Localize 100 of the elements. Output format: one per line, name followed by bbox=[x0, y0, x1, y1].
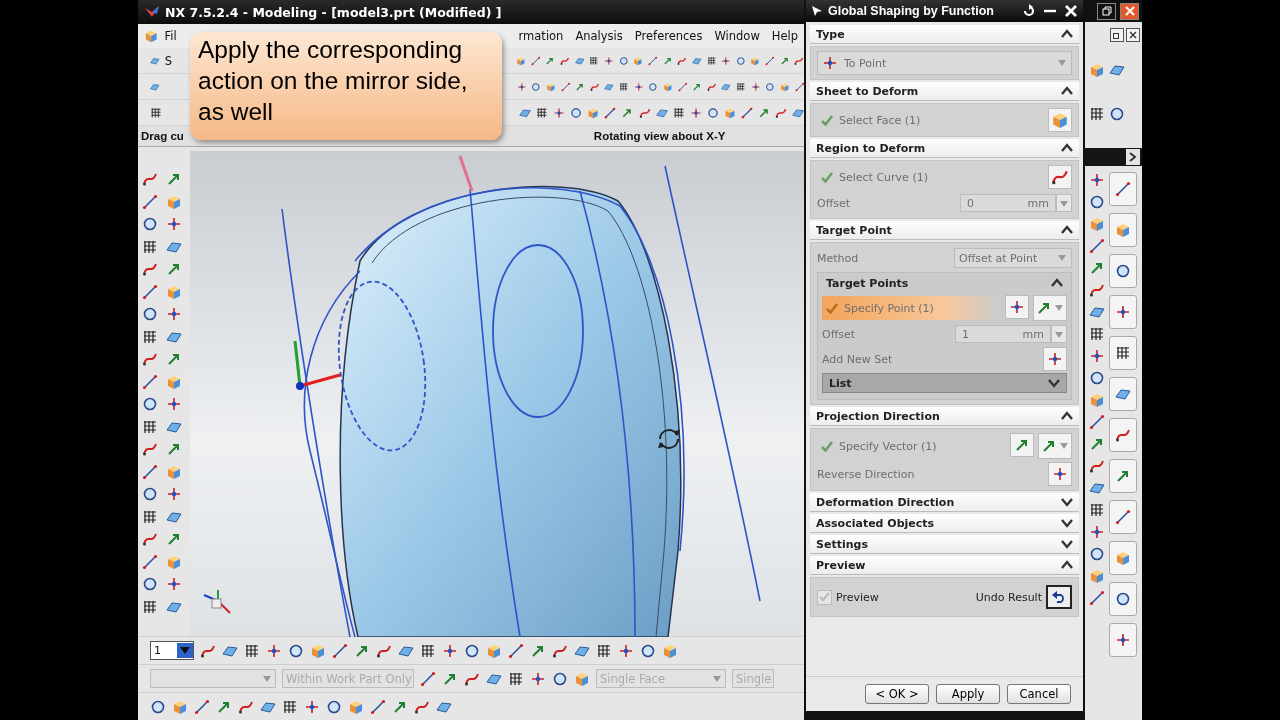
grid-icon[interactable] bbox=[244, 642, 260, 659]
line-icon[interactable] bbox=[332, 642, 348, 659]
curve-icon[interactable] bbox=[142, 171, 158, 187]
line-icon[interactable] bbox=[142, 463, 158, 480]
list-header[interactable]: List bbox=[822, 373, 1067, 393]
cube-icon[interactable] bbox=[1089, 62, 1105, 78]
line-icon[interactable] bbox=[142, 283, 158, 300]
curve-icon[interactable] bbox=[1089, 458, 1105, 474]
inferred-type-button[interactable] bbox=[1033, 295, 1067, 321]
circle-icon[interactable] bbox=[142, 306, 158, 322]
action-button[interactable] bbox=[1043, 347, 1067, 371]
section-header[interactable]: Deformation Direction bbox=[810, 493, 1079, 512]
point-icon[interactable] bbox=[530, 670, 546, 687]
arrow-icon[interactable] bbox=[166, 171, 182, 187]
collapse-chevron-icon[interactable] bbox=[1061, 225, 1073, 235]
cube-icon[interactable] bbox=[144, 28, 159, 44]
inferred-type-button[interactable] bbox=[1038, 433, 1072, 459]
cube-icon[interactable] bbox=[486, 642, 502, 659]
curve-icon[interactable] bbox=[142, 531, 158, 547]
circle-icon[interactable] bbox=[1089, 370, 1105, 386]
cube-icon[interactable] bbox=[574, 670, 590, 687]
expand-button[interactable] bbox=[1126, 149, 1140, 165]
menu-item[interactable]: Window bbox=[708, 29, 766, 43]
grid-icon[interactable] bbox=[596, 642, 612, 659]
navigator-tab[interactable] bbox=[1109, 623, 1137, 657]
line-icon[interactable] bbox=[142, 373, 158, 390]
curve-icon[interactable] bbox=[142, 351, 158, 367]
circle-icon[interactable] bbox=[1089, 194, 1105, 210]
section-header[interactable]: Associated Objects bbox=[810, 514, 1079, 533]
point-icon[interactable] bbox=[442, 642, 458, 659]
circle-icon[interactable] bbox=[288, 642, 304, 659]
arrow-icon[interactable] bbox=[1089, 436, 1105, 452]
point-icon[interactable] bbox=[166, 576, 182, 592]
close-button[interactable] bbox=[1120, 2, 1139, 20]
expand-chevron-icon[interactable] bbox=[1048, 378, 1060, 388]
point-icon[interactable] bbox=[166, 486, 182, 502]
navigator-tab[interactable] bbox=[1109, 172, 1137, 206]
close-button[interactable] bbox=[1126, 28, 1140, 42]
cube-icon[interactable] bbox=[348, 698, 364, 715]
navigator-tab[interactable] bbox=[1109, 582, 1137, 616]
line-icon[interactable] bbox=[1089, 238, 1105, 254]
section-header[interactable]: Target Point bbox=[810, 221, 1079, 240]
method-dropdown[interactable]: Offset at Point bbox=[954, 248, 1072, 268]
dialog-button[interactable]: < OK > bbox=[865, 684, 929, 704]
collapse-chevron-icon[interactable] bbox=[1061, 86, 1073, 96]
line-icon[interactable] bbox=[1089, 414, 1105, 430]
group-header[interactable]: Target Points bbox=[822, 273, 1067, 293]
cube-icon[interactable] bbox=[1089, 216, 1105, 232]
menu-item[interactable]: Analysis bbox=[569, 29, 629, 43]
line-icon[interactable] bbox=[194, 698, 210, 715]
section-header[interactable]: Sheet to Deform bbox=[810, 82, 1079, 101]
arrow-icon[interactable] bbox=[166, 261, 182, 277]
cube-icon[interactable] bbox=[1089, 392, 1105, 408]
restore-button[interactable] bbox=[1097, 2, 1116, 20]
arrow-icon[interactable] bbox=[1089, 260, 1105, 276]
grid-icon[interactable] bbox=[1089, 502, 1105, 518]
collapse-chevron-icon[interactable] bbox=[1061, 560, 1073, 570]
circle-icon[interactable] bbox=[464, 642, 480, 659]
dialog-button[interactable]: Apply bbox=[936, 684, 1000, 704]
point-icon[interactable] bbox=[166, 396, 182, 412]
grid-icon[interactable] bbox=[1089, 326, 1105, 342]
menu-item[interactable]: Preferences bbox=[628, 29, 709, 43]
curve-icon[interactable] bbox=[1089, 282, 1105, 298]
line-icon[interactable] bbox=[508, 642, 524, 659]
circle-icon[interactable] bbox=[326, 698, 342, 715]
cube-icon[interactable] bbox=[166, 553, 182, 570]
offset-field[interactable]: 1 mm bbox=[955, 325, 1051, 343]
navigator-tab[interactable] bbox=[1109, 377, 1137, 411]
menu-item[interactable]: Fil bbox=[158, 29, 183, 43]
grid-icon[interactable] bbox=[1089, 106, 1105, 122]
line-icon[interactable] bbox=[420, 670, 436, 687]
point-icon[interactable] bbox=[166, 216, 182, 232]
point-icon[interactable] bbox=[1089, 524, 1105, 540]
point-icon[interactable] bbox=[304, 698, 320, 715]
curve-icon[interactable] bbox=[142, 441, 158, 457]
expand-chevron-icon[interactable] bbox=[1061, 497, 1073, 507]
arrow-icon[interactable] bbox=[166, 351, 182, 367]
circle-icon[interactable] bbox=[1089, 546, 1105, 562]
navigator-tab[interactable] bbox=[1109, 254, 1137, 288]
point-icon[interactable] bbox=[266, 642, 282, 659]
cube-icon[interactable] bbox=[166, 193, 182, 210]
navigator-tab[interactable] bbox=[1109, 459, 1137, 493]
select-button[interactable] bbox=[1048, 165, 1072, 189]
collapse-chevron-icon[interactable] bbox=[1061, 411, 1073, 421]
section-header[interactable]: Settings bbox=[810, 535, 1079, 554]
menu-item[interactable]: rmation bbox=[512, 29, 570, 43]
undo-button[interactable] bbox=[1046, 585, 1072, 609]
navigator-tab[interactable] bbox=[1109, 336, 1137, 370]
line-icon[interactable] bbox=[1089, 590, 1105, 606]
arrow-icon[interactable] bbox=[166, 441, 182, 457]
grid-icon[interactable] bbox=[142, 328, 158, 345]
layer-select[interactable]: 1 bbox=[150, 641, 194, 660]
preview-checkbox[interactable]: Preview bbox=[817, 589, 879, 605]
cube-icon[interactable] bbox=[310, 642, 326, 659]
type-dropdown[interactable]: To Point bbox=[817, 51, 1072, 75]
navigator-tab[interactable] bbox=[1109, 295, 1137, 329]
grid-icon[interactable] bbox=[508, 670, 524, 687]
circle-icon[interactable] bbox=[142, 576, 158, 592]
offset-field[interactable]: 0 mm bbox=[960, 194, 1056, 212]
menu-item[interactable]: Help bbox=[765, 29, 804, 43]
